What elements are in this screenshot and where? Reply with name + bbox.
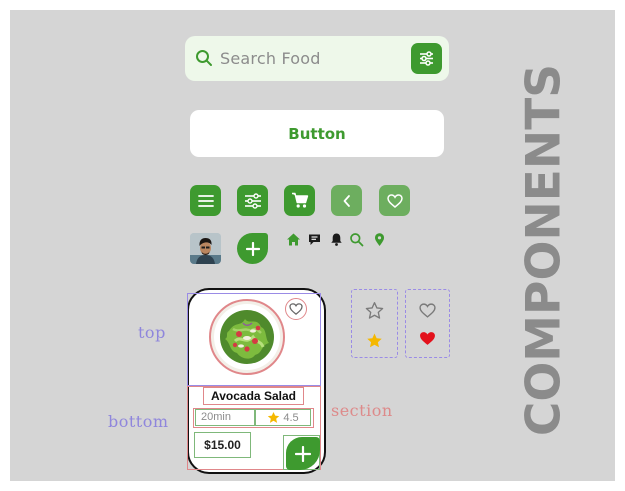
card-favorite-button[interactable] (285, 298, 307, 320)
heart-filled-icon[interactable] (419, 331, 436, 346)
search-placeholder: Search Food (220, 49, 321, 68)
search-icon (196, 50, 212, 66)
avatar[interactable] (190, 233, 221, 264)
favorite-button[interactable] (379, 185, 410, 216)
cart-button[interactable] (284, 185, 315, 216)
annotation-bottom: bottom (108, 412, 169, 431)
heart-outline-icon[interactable] (419, 303, 436, 318)
annotation-top: top (138, 323, 166, 342)
bell-icon[interactable] (329, 232, 344, 247)
search-bar[interactable]: Search Food (185, 36, 449, 81)
plus-icon (295, 445, 311, 462)
chevron-left-icon (343, 194, 350, 207)
filter-button[interactable] (411, 43, 442, 74)
home-icon[interactable] (286, 232, 301, 247)
menu-button[interactable] (190, 185, 221, 216)
filter-icon-button[interactable] (237, 185, 268, 216)
star-outline-icon[interactable] (365, 301, 384, 320)
star-variants (351, 289, 398, 358)
plus-icon (245, 241, 260, 256)
chat-icon[interactable] (307, 232, 322, 247)
location-pin-icon[interactable] (372, 232, 387, 247)
card-title: Avocada Salad (203, 387, 304, 405)
sliders-icon (244, 192, 261, 209)
add-button[interactable] (237, 233, 268, 264)
star-icon (268, 411, 280, 423)
card-rating-value: 4.5 (283, 411, 299, 424)
sliders-icon (420, 51, 433, 66)
avatar-image (190, 233, 221, 264)
search-icon[interactable] (349, 232, 364, 247)
card-time: 20min (195, 409, 255, 426)
heart-variants (405, 289, 450, 358)
heart-outline-icon (289, 303, 303, 315)
cart-icon (291, 192, 308, 208)
card-rating: 4.5 (255, 409, 311, 426)
primary-button[interactable]: Button (190, 110, 444, 157)
back-button[interactable] (331, 185, 362, 216)
salad-image (209, 299, 285, 375)
components-heading: COMPONENTS (516, 63, 572, 437)
heart-icon (386, 193, 403, 208)
annotation-section: section (331, 401, 393, 420)
star-filled-icon[interactable] (366, 332, 383, 349)
card-price: $15.00 (194, 432, 251, 458)
menu-icon (197, 194, 214, 207)
